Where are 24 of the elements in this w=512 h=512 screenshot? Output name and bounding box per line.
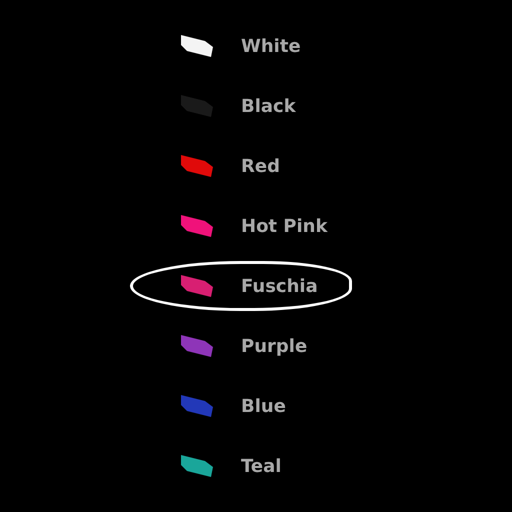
color-option[interactable]: Black <box>130 81 352 131</box>
color-option[interactable]: Blue <box>130 381 352 431</box>
color-option[interactable]: White <box>130 21 352 71</box>
color-label: White <box>241 34 301 58</box>
color-label: Hot Pink <box>241 214 328 238</box>
color-label: Black <box>241 94 296 118</box>
color-label: Teal <box>241 454 282 478</box>
color-swatch-icon <box>179 453 215 479</box>
color-label: Fuschia <box>241 274 318 298</box>
color-swatch-icon <box>179 213 215 239</box>
color-swatch-icon <box>179 333 215 359</box>
color-swatch-icon <box>179 393 215 419</box>
color-option[interactable]: Fuschia <box>130 261 352 311</box>
color-swatch-icon <box>179 93 215 119</box>
color-option[interactable]: Teal <box>130 441 352 491</box>
color-swatch-icon <box>179 273 215 299</box>
color-swatch-icon <box>179 33 215 59</box>
color-swatch-icon <box>179 153 215 179</box>
color-label: Blue <box>241 394 286 418</box>
color-option[interactable]: Red <box>130 141 352 191</box>
color-option[interactable]: Purple <box>130 321 352 371</box>
color-option[interactable]: Hot Pink <box>130 201 352 251</box>
color-label: Purple <box>241 334 308 358</box>
color-label: Red <box>241 154 280 178</box>
